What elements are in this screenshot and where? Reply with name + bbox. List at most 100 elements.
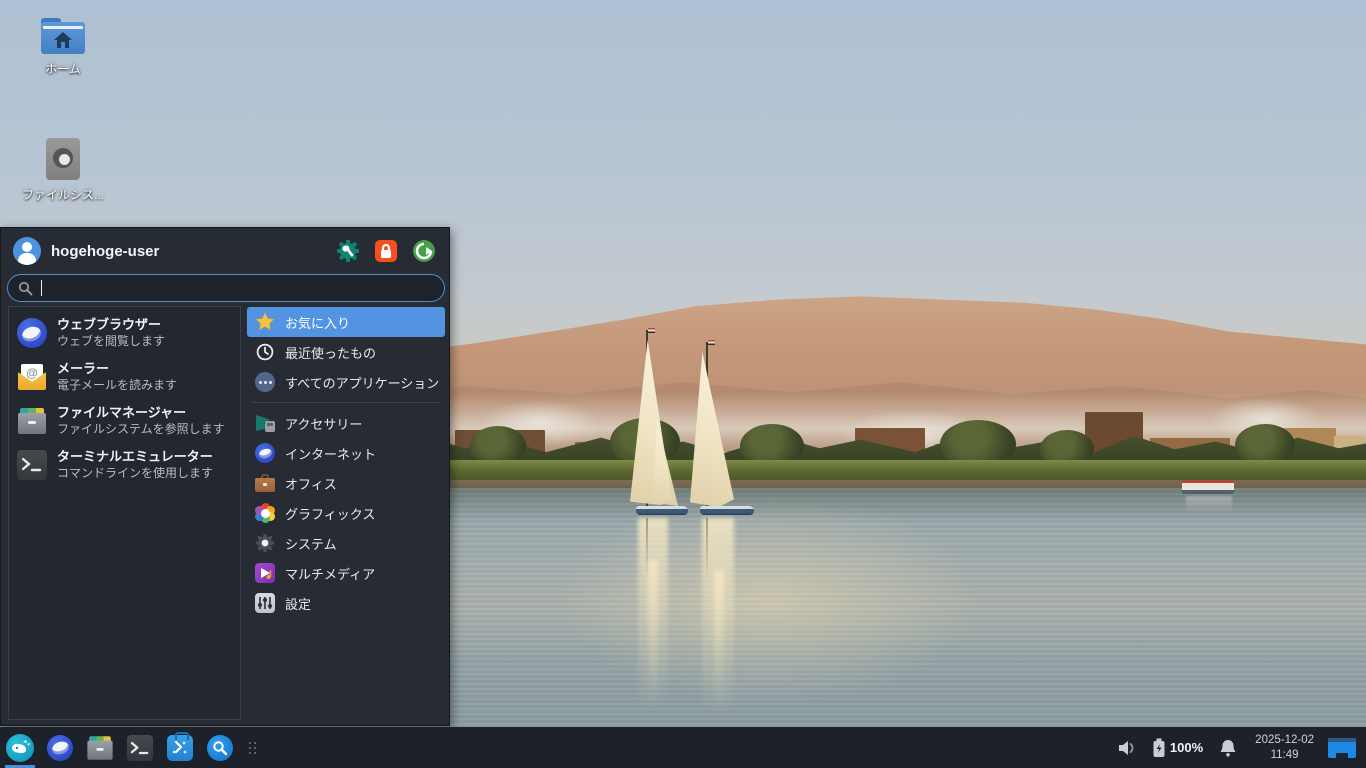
notifications-button[interactable] [1211, 727, 1245, 768]
file-manager-launcher[interactable] [80, 727, 120, 768]
desktop-icon-filesystem[interactable]: ファイルシス... [15, 138, 111, 203]
sailboat-hull [636, 506, 688, 515]
mast-reflection [646, 518, 648, 578]
bell-icon [1220, 739, 1236, 757]
logout-button[interactable] [411, 238, 437, 264]
category-separator [251, 402, 441, 403]
whisker-menu-panel: hogehoge-user ウェブブラウザー ウェブを閲覧します @ メーラー … [0, 227, 450, 726]
application-list: ウェブブラウザー ウェブを閲覧します @ メーラー 電子メールを読みます ファイ… [8, 306, 241, 720]
sunlight-sheen [560, 495, 980, 705]
category-recently-used[interactable]: 最近使ったもの [247, 337, 445, 367]
filesystem-drive-icon [46, 138, 80, 180]
category-multimedia[interactable]: マルチメディア [247, 558, 445, 588]
web-browser-icon [47, 734, 73, 761]
category-graphics[interactable]: グラフィックス [247, 498, 445, 528]
multimedia-icon [255, 563, 275, 583]
house-glyph [54, 32, 72, 48]
desktop-icon-home[interactable]: ホーム [15, 18, 111, 77]
category-accessories[interactable]: アクセサリー [247, 408, 445, 438]
category-label: 最近使ったもの [285, 345, 377, 361]
whisker-menu-icon [6, 733, 34, 762]
app-item-file-manager[interactable]: ファイルマネージャー ファイルシステムを参照します [9, 399, 240, 443]
sail-reflection [714, 570, 724, 710]
settings-manager-button[interactable] [335, 238, 361, 264]
app-title: メーラー [57, 360, 110, 376]
sail-reflection [648, 560, 658, 710]
category-label: お気に入り [285, 315, 351, 331]
app-subtitle: ファイルシステムを参照します [57, 421, 225, 436]
desktop-icon-label: ホーム [45, 62, 81, 76]
accessories-icon [255, 413, 275, 433]
search-input[interactable] [7, 274, 445, 302]
battery-percent: 100% [1169, 740, 1204, 755]
app-subtitle: コマンドラインを使用します [57, 465, 214, 480]
category-all-applications[interactable]: すべてのアプリケーション [247, 367, 445, 397]
search-icon [18, 281, 33, 295]
clock[interactable]: 2025-12-02 11:49 [1245, 733, 1324, 763]
category-label: インターネット [285, 446, 377, 462]
wrench-gear-icon [337, 240, 359, 262]
panel-grip[interactable] [240, 727, 264, 768]
speaker-icon [1118, 740, 1134, 755]
system-icon [255, 533, 275, 553]
ferry-boat [1182, 480, 1234, 494]
category-list: お気に入り 最近使ったもの すべてのアプリケーション アクセサリー インターネッ… [245, 307, 447, 618]
battery-indicator[interactable] [1145, 727, 1168, 768]
logout-icon [413, 240, 435, 262]
app-item-mailer[interactable]: @ メーラー 電子メールを読みます [9, 355, 240, 399]
home-folder-icon [41, 18, 85, 54]
file-manager-icon [87, 734, 114, 761]
office-icon [255, 473, 275, 493]
user-avatar [13, 237, 41, 265]
app-title: ターミナルエミュレーター [57, 448, 213, 464]
browser-launcher[interactable] [40, 727, 80, 768]
app-finder-launcher[interactable] [200, 727, 240, 768]
category-office[interactable]: オフィス [247, 468, 445, 498]
boat-flag [708, 340, 715, 345]
app-title: ファイルマネージャー [57, 404, 187, 420]
workspace-switcher[interactable] [1328, 737, 1356, 758]
clock-date: 2025-12-02 [1255, 733, 1314, 746]
category-internet[interactable]: インターネット [247, 438, 445, 468]
clock-time: 11:49 [1270, 748, 1299, 761]
boat-flag [648, 328, 655, 333]
web-browser-icon [17, 318, 47, 348]
clock-icon [255, 342, 275, 362]
terminal-icon [127, 734, 153, 761]
software-launcher[interactable] [160, 727, 200, 768]
category-label: アクセサリー [285, 416, 363, 432]
lock-screen-button[interactable] [373, 238, 399, 264]
software-icon [167, 731, 193, 761]
app-subtitle: 電子メールを読みます [57, 377, 178, 392]
category-settings[interactable]: 設定 [247, 588, 445, 618]
category-label: 設定 [285, 596, 312, 612]
category-label: システム [285, 536, 337, 552]
category-label: マルチメディア [285, 566, 376, 582]
taskbar-launchers [0, 727, 264, 768]
category-favorites[interactable]: お気に入り [247, 307, 445, 337]
desktop-icon-label: ファイルシス... [21, 188, 104, 202]
sailboat-hull [700, 506, 754, 515]
app-subtitle: ウェブを閲覧します [57, 333, 166, 348]
category-label: オフィス [285, 476, 337, 492]
app-item-web-browser[interactable]: ウェブブラウザー ウェブを閲覧します [9, 311, 240, 355]
graphics-icon [255, 503, 275, 523]
category-system[interactable]: システム [247, 528, 445, 558]
mast-reflection [706, 518, 708, 578]
volume-button[interactable] [1109, 727, 1145, 768]
lock-icon [375, 240, 397, 262]
category-label: グラフィックス [285, 506, 376, 522]
app-item-terminal[interactable]: ターミナルエミュレーター コマンドラインを使用します [9, 443, 240, 487]
all-apps-icon [255, 372, 275, 392]
ferry-reflection [1186, 496, 1232, 512]
menu-header: hogehoge-user [1, 228, 449, 274]
username: hogehoge-user [51, 242, 160, 260]
app-finder-icon [207, 734, 233, 761]
terminal-launcher[interactable] [120, 727, 160, 768]
settings-icon [255, 593, 275, 613]
mailer-icon: @ [17, 362, 47, 392]
whisker-menu-button[interactable] [0, 727, 40, 768]
grip-dots-icon [248, 741, 256, 754]
file-manager-icon [17, 406, 47, 436]
internet-icon [255, 443, 275, 463]
